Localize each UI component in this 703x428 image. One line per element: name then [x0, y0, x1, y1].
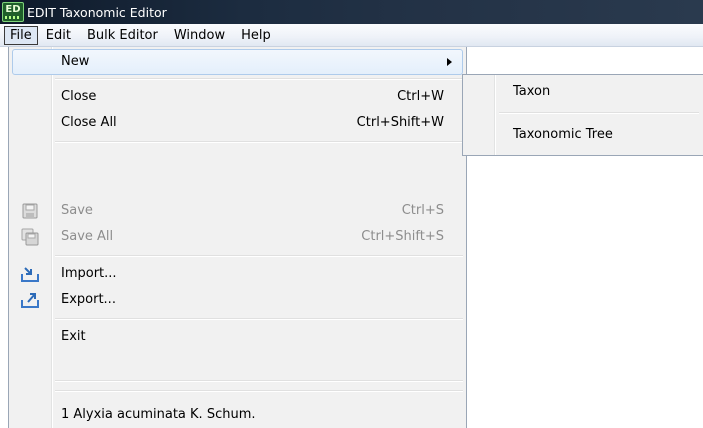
menu-item-save[interactable]: Save Ctrl+S: [9, 198, 466, 224]
menu-item-recent-file-label: 1 Alyxia acuminata K. Schum.: [61, 407, 256, 422]
file-menu-dropdown: New Close Ctrl+W Close All Ctrl+Shift+W …: [8, 47, 467, 428]
menu-separator: [55, 380, 463, 382]
window-title: EDIT Taxonomic Editor: [27, 4, 167, 20]
menu-item-save-label: Save: [61, 203, 93, 218]
edit-app-icon: ED: [2, 2, 24, 22]
menu-item-import-label: Import...: [61, 266, 117, 281]
menu-item-save-all-label: Save All: [61, 229, 114, 244]
menu-item-import[interactable]: Import...: [9, 261, 466, 287]
menu-item-save-all-shortcut: Ctrl+Shift+S: [361, 229, 444, 244]
save-all-icon: [21, 228, 39, 246]
menu-item-save-all[interactable]: Save All Ctrl+Shift+S: [9, 224, 466, 250]
submenu-item-taxon-label: Taxon: [513, 84, 551, 99]
submenu-item-taxon[interactable]: Taxon: [463, 77, 703, 107]
menu-item-close-label: Close: [61, 89, 97, 104]
menu-separator: [55, 318, 463, 320]
save-icon: [21, 202, 39, 220]
submenu-item-taxonomic-tree[interactable]: Taxonomic Tree: [463, 120, 703, 150]
menu-bar: File Edit Bulk Editor Window Help: [0, 24, 703, 47]
title-bar: ED EDIT Taxonomic Editor: [0, 0, 703, 24]
menu-item-close[interactable]: Close Ctrl+W: [9, 84, 466, 110]
menu-item-exit-label: Exit: [61, 329, 86, 344]
new-submenu: Taxon Taxonomic Tree: [462, 74, 703, 156]
import-icon: [21, 265, 39, 283]
menu-help[interactable]: Help: [233, 25, 279, 46]
menu-bulk-editor[interactable]: Bulk Editor: [79, 25, 166, 46]
menu-item-close-all-label: Close All: [61, 115, 117, 130]
menu-separator: [55, 78, 463, 80]
menu-file[interactable]: File: [4, 25, 38, 45]
menu-item-new[interactable]: New: [12, 49, 463, 75]
menu-edit[interactable]: Edit: [38, 25, 79, 46]
menu-separator: [55, 255, 463, 257]
menu-separator: [499, 112, 699, 114]
menu-item-close-all-shortcut: Ctrl+Shift+W: [356, 115, 444, 130]
export-icon: [21, 291, 39, 309]
menu-window[interactable]: Window: [166, 25, 233, 46]
menu-item-close-shortcut: Ctrl+W: [397, 89, 444, 104]
menu-item-new-label: New: [61, 54, 90, 69]
submenu-arrow-icon: [447, 58, 452, 66]
menu-item-exit[interactable]: Exit: [9, 324, 466, 350]
menu-item-recent-file[interactable]: 1 Alyxia acuminata K. Schum.: [9, 402, 466, 428]
menu-item-close-all[interactable]: Close All Ctrl+Shift+W: [9, 110, 466, 136]
menu-separator: [55, 390, 463, 392]
menu-item-export[interactable]: Export...: [9, 287, 466, 313]
menu-separator: [55, 141, 463, 143]
menu-item-save-shortcut: Ctrl+S: [401, 203, 444, 218]
submenu-item-taxonomic-tree-label: Taxonomic Tree: [513, 127, 613, 142]
menu-item-export-label: Export...: [61, 292, 116, 307]
